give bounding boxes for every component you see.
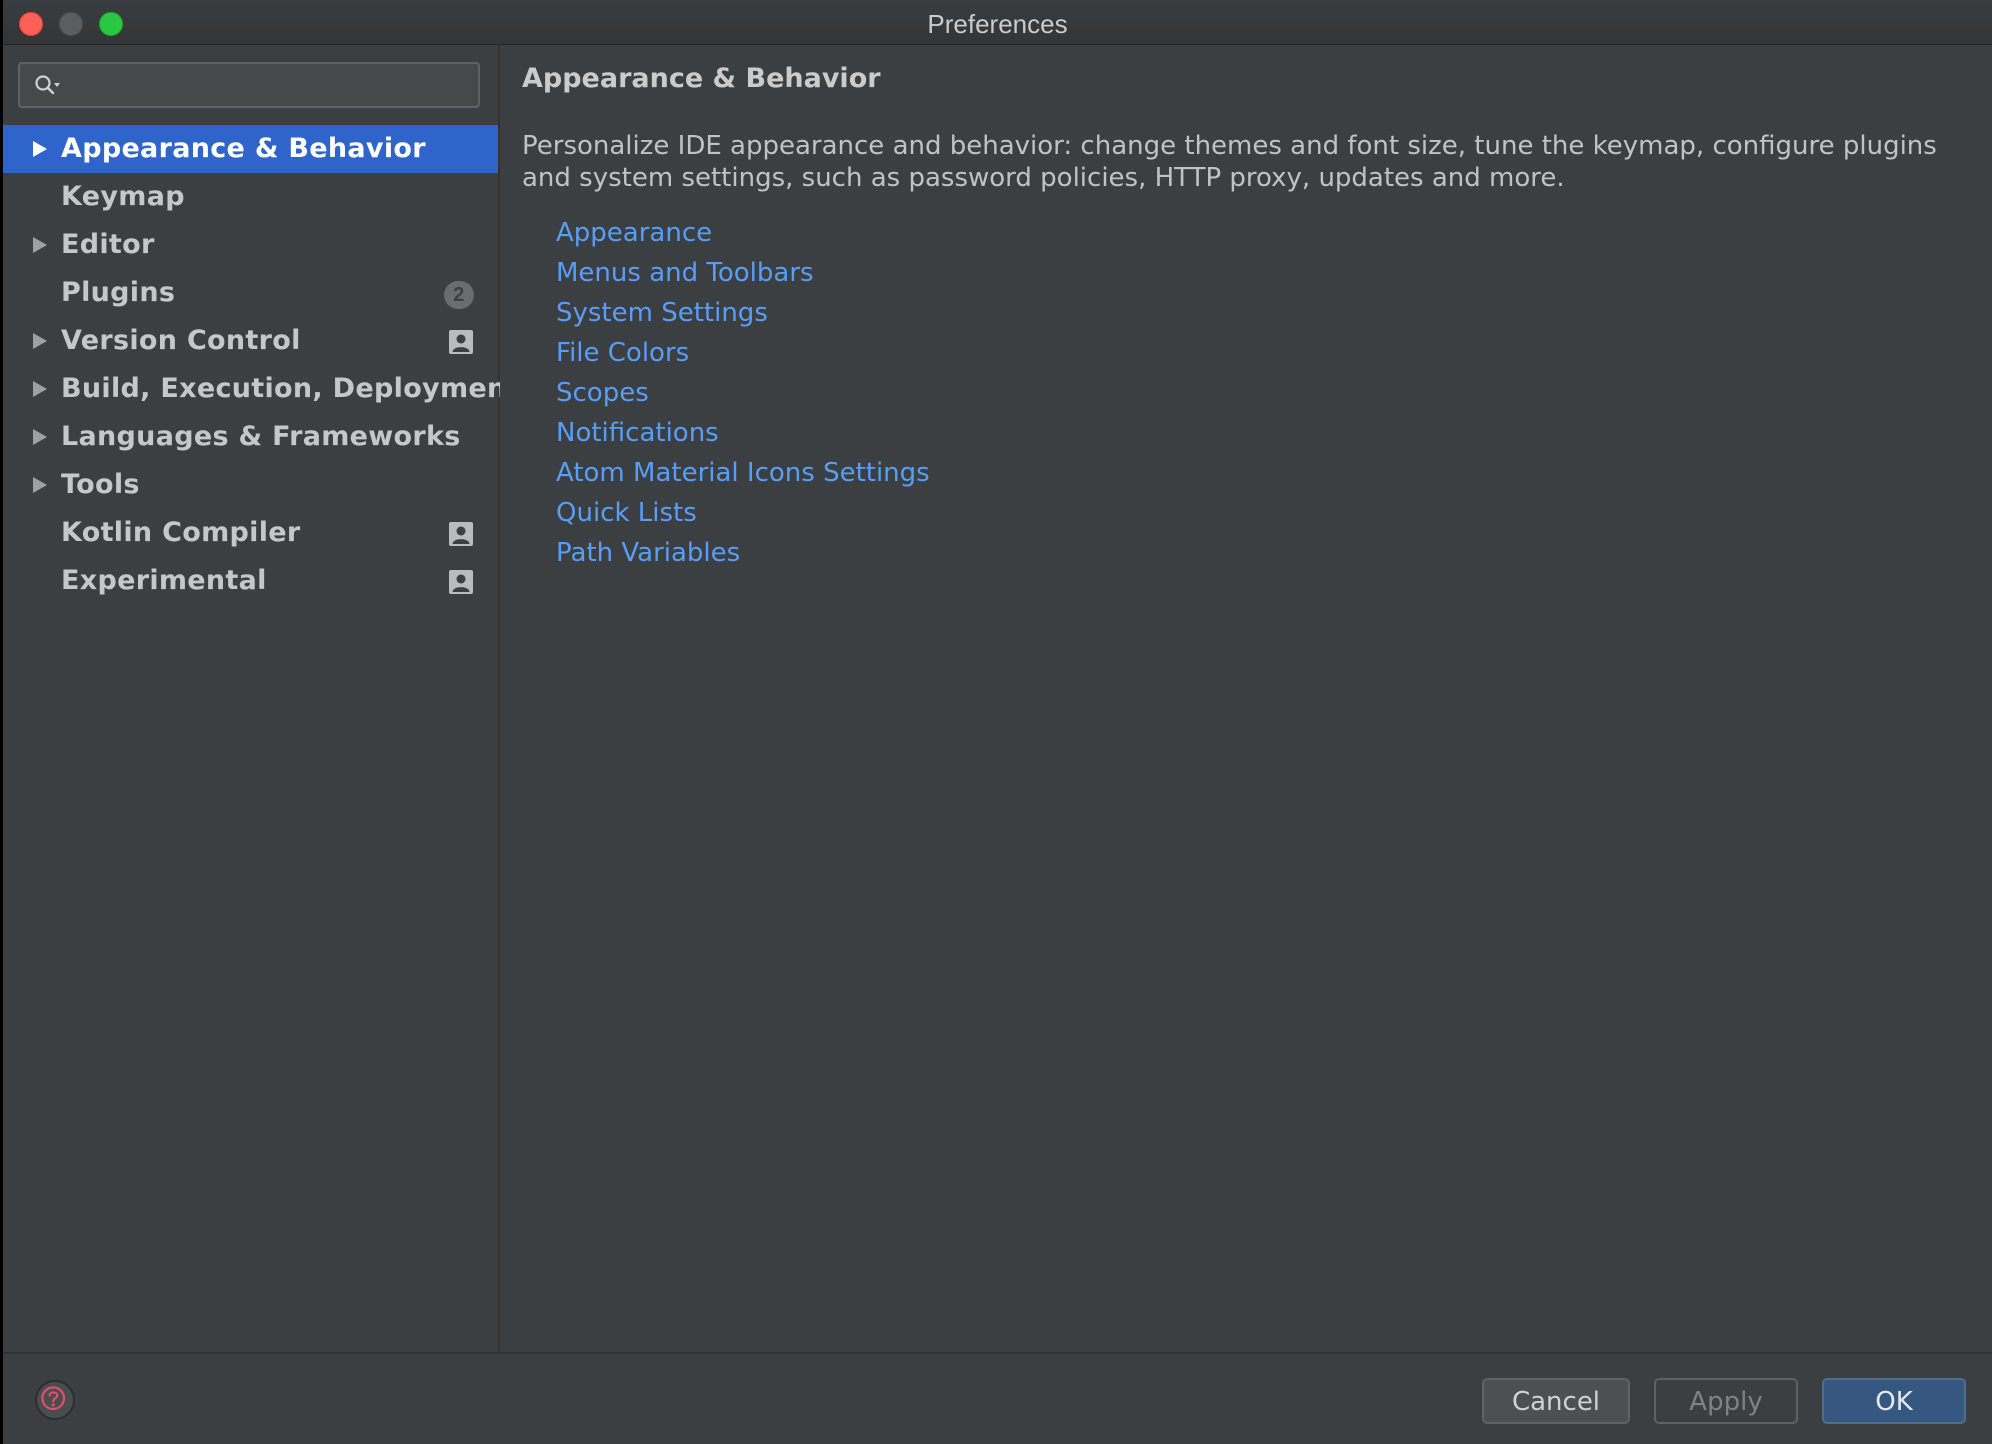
expand-arrow-icon[interactable] — [33, 333, 47, 349]
project-icon — [449, 522, 473, 546]
project-icon — [449, 330, 473, 354]
sidebar-item-label: Keymap — [61, 181, 185, 212]
link-appearance[interactable]: Appearance — [556, 213, 930, 253]
preferences-window: Preferences Appearance & Behavior Keymap… — [3, 0, 1992, 1444]
link-notifications[interactable]: Notifications — [556, 413, 930, 453]
apply-button[interactable]: Apply — [1654, 1378, 1798, 1424]
sidebar-item-experimental[interactable]: Experimental — [3, 557, 498, 605]
sidebar-item-version-control[interactable]: Version Control — [3, 317, 498, 365]
settings-tree: Appearance & Behavior Keymap Editor Plug… — [3, 125, 519, 605]
sidebar-item-label: Plugins — [61, 277, 176, 308]
sidebar-item-languages-frameworks[interactable]: Languages & Frameworks — [3, 413, 498, 461]
sidebar-item-label: Tools — [61, 469, 140, 500]
plugins-update-badge: 2 — [444, 281, 474, 309]
help-button[interactable] — [35, 1380, 75, 1420]
settings-content: Appearance & Behavior Personalize IDE ap… — [500, 45, 1992, 1352]
sidebar-item-label: Build, Execution, Deployment — [61, 373, 520, 404]
cancel-button[interactable]: Cancel — [1482, 1378, 1630, 1424]
section-description: Personalize IDE appearance and behavior:… — [522, 131, 1937, 193]
sidebar-item-tools[interactable]: Tools — [3, 461, 498, 509]
sidebar-item-build-execution-deployment[interactable]: Build, Execution, Deployment — [3, 365, 519, 413]
link-menus-and-toolbars[interactable]: Menus and Toolbars — [556, 253, 930, 293]
window-title: Preferences — [927, 9, 1068, 39]
expand-arrow-icon[interactable] — [33, 141, 47, 157]
title-bar: Preferences — [3, 0, 1992, 45]
help-icon — [41, 1386, 66, 1411]
sidebar-item-label: Experimental — [61, 565, 267, 596]
link-system-settings[interactable]: System Settings — [556, 293, 930, 333]
sidebar-item-label: Version Control — [61, 325, 301, 356]
expand-arrow-icon[interactable] — [33, 237, 47, 253]
sidebar-item-label: Editor — [61, 229, 155, 260]
expand-arrow-icon[interactable] — [33, 429, 47, 445]
link-scopes[interactable]: Scopes — [556, 373, 930, 413]
link-atom-material-icons-settings[interactable]: Atom Material Icons Settings — [556, 453, 930, 493]
dialog-footer: Cancel Apply OK — [3, 1352, 1992, 1444]
search-field[interactable] — [18, 62, 480, 108]
search-icon — [35, 75, 60, 95]
sidebar-item-plugins[interactable]: Plugins 2 — [3, 269, 498, 317]
link-path-variables[interactable]: Path Variables — [556, 533, 930, 573]
link-file-colors[interactable]: File Colors — [556, 333, 930, 373]
sidebar-item-kotlin-compiler[interactable]: Kotlin Compiler — [3, 509, 498, 557]
expand-arrow-icon[interactable] — [33, 477, 47, 493]
search-input[interactable] — [72, 70, 471, 102]
sidebar-item-appearance-behavior[interactable]: Appearance & Behavior — [3, 125, 498, 173]
ok-button[interactable]: OK — [1822, 1378, 1966, 1424]
link-quick-lists[interactable]: Quick Lists — [556, 493, 930, 533]
sidebar-item-keymap[interactable]: Keymap — [3, 173, 498, 221]
settings-sidebar: Appearance & Behavior Keymap Editor Plug… — [3, 45, 519, 1352]
sidebar-item-editor[interactable]: Editor — [3, 221, 498, 269]
page-title: Appearance & Behavior — [522, 63, 881, 94]
expand-arrow-icon[interactable] — [33, 381, 47, 397]
project-icon — [449, 570, 473, 594]
subsection-links: Appearance Menus and Toolbars System Set… — [556, 213, 930, 573]
sidebar-item-label: Appearance & Behavior — [61, 133, 426, 164]
sidebar-item-label: Languages & Frameworks — [61, 421, 461, 452]
sidebar-item-label: Kotlin Compiler — [61, 517, 301, 548]
